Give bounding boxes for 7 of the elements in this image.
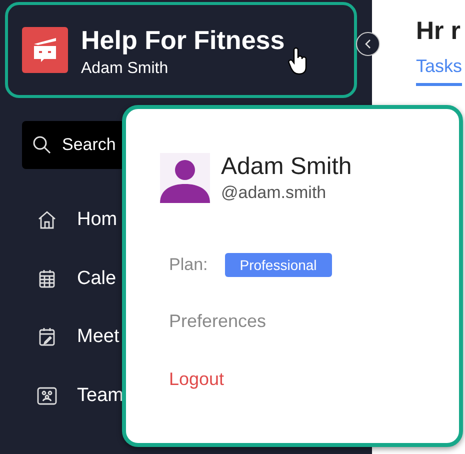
app-title: Help For Fitness	[81, 24, 285, 56]
user-handle: @adam.smith	[221, 183, 328, 203]
user-name: Adam Smith	[221, 153, 352, 181]
plan-badge: Professional	[224, 253, 332, 277]
user-name: Adam Smith	[81, 60, 170, 78]
page-title: Hr r	[416, 17, 462, 46]
plan-label: Plan:	[169, 255, 208, 275]
